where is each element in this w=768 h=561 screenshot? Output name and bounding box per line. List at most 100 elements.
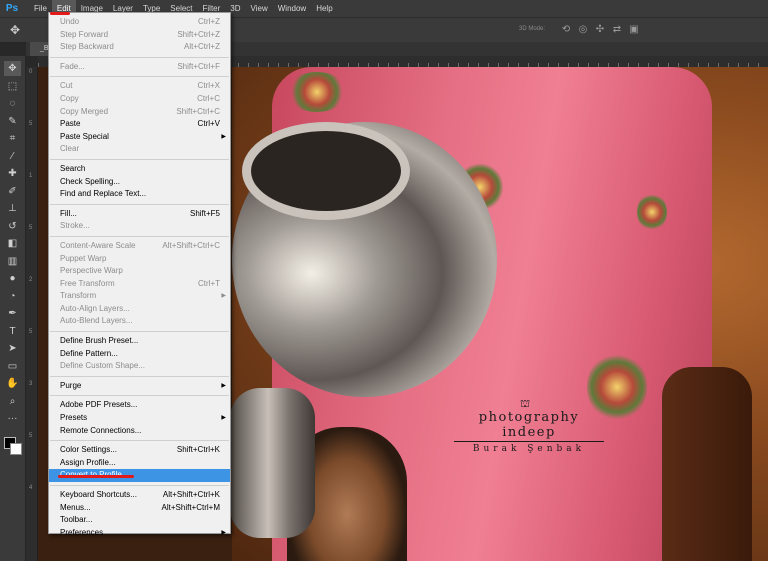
move-icon[interactable]: ✥ bbox=[10, 23, 20, 37]
history-brush-icon[interactable]: ↺ bbox=[4, 219, 21, 234]
gradient-tool-icon[interactable]: ▥ bbox=[4, 254, 21, 269]
menu-item-shortcut: Shift+Ctrl+F bbox=[177, 61, 220, 71]
menu-separator bbox=[50, 235, 229, 237]
menu-item-transform[interactable]: Transform ▶ bbox=[49, 290, 230, 303]
path-select-icon[interactable]: ➤ bbox=[4, 341, 21, 356]
menu-item-keyboard-shortcuts[interactable]: Keyboard Shortcuts... Alt+Shift+Ctrl+K bbox=[49, 489, 230, 502]
submenu-arrow-icon: ▶ bbox=[221, 382, 226, 389]
photo-watermark: ⛫ photography indeep Burak Şenbak bbox=[454, 398, 604, 454]
menu-separator bbox=[50, 158, 229, 160]
menu-item-color-settings[interactable]: Color Settings... Shift+Ctrl+K bbox=[49, 444, 230, 457]
menu-item-auto-blend-layers[interactable]: Auto-Blend Layers... bbox=[49, 315, 230, 328]
lasso-tool-icon[interactable]: ◌ bbox=[4, 96, 21, 111]
orbit-icon[interactable]: ⟲ bbox=[560, 24, 572, 36]
menu-item-shortcut: Alt+Shift+Ctrl+M bbox=[161, 502, 220, 512]
menu-item-copy-merged[interactable]: Copy Merged Shift+Ctrl+C bbox=[49, 106, 230, 119]
ruler-label: 0 bbox=[29, 69, 33, 75]
menu-item-puppet-warp[interactable]: Puppet Warp bbox=[49, 253, 230, 266]
menu-item-free-transform[interactable]: Free Transform Ctrl+T bbox=[49, 278, 230, 291]
menu-item-shortcut: Ctrl+C bbox=[197, 93, 220, 103]
menu-item-label: Perspective Warp bbox=[60, 266, 123, 276]
menu-item-clear[interactable]: Clear bbox=[49, 143, 230, 156]
menu-item-define-pattern[interactable]: Define Pattern... bbox=[49, 348, 230, 361]
pen-tool-icon[interactable]: ✒ bbox=[4, 306, 21, 321]
watermark-logo-icon: ⛫ bbox=[520, 398, 531, 410]
3d-mode-icons: ⟲ ◎ ✣ ⇄ ▣ bbox=[560, 24, 640, 36]
menu-item-fade[interactable]: Fade... Shift+Ctrl+F bbox=[49, 61, 230, 74]
clone-stamp-icon[interactable]: ⊥ bbox=[4, 201, 21, 216]
menu-item-label: Fill... bbox=[60, 208, 77, 218]
pan-icon[interactable]: ✣ bbox=[594, 24, 606, 36]
menu-item-auto-align-layers[interactable]: Auto-Align Layers... bbox=[49, 303, 230, 316]
menu-separator bbox=[50, 440, 229, 442]
ruler-label: 5 bbox=[29, 225, 33, 231]
menu-item-label: Content-Aware Scale bbox=[60, 240, 136, 250]
roll-icon[interactable]: ◎ bbox=[577, 24, 589, 36]
brush-tool-icon[interactable]: ✐ bbox=[4, 184, 21, 199]
menu-item-label: Define Custom Shape... bbox=[60, 361, 145, 371]
menu-item-label: Puppet Warp bbox=[60, 253, 107, 263]
menu-item-label: Define Pattern... bbox=[60, 348, 118, 358]
menu-item-assign-profile[interactable]: Assign Profile... bbox=[49, 457, 230, 470]
menu-item-label: Presets bbox=[60, 413, 88, 423]
menu-item-menus[interactable]: Menus... Alt+Shift+Ctrl+M bbox=[49, 502, 230, 515]
arm bbox=[662, 367, 752, 561]
embroidery-motif bbox=[637, 192, 667, 232]
convert-profile-annotation-underline bbox=[58, 475, 134, 478]
menu-item-define-custom-shape[interactable]: Define Custom Shape... bbox=[49, 360, 230, 373]
menu-window[interactable]: Window bbox=[273, 0, 311, 17]
menu-item-paste[interactable]: Paste Ctrl+V bbox=[49, 118, 230, 131]
menu-item-label: Undo bbox=[60, 17, 80, 26]
blur-tool-icon[interactable]: ● bbox=[4, 271, 21, 286]
menu-separator bbox=[50, 76, 229, 78]
menu-view[interactable]: View bbox=[246, 0, 273, 17]
menu-item-purge[interactable]: Purge ▶ bbox=[49, 380, 230, 393]
crop-tool-icon[interactable]: ⌗ bbox=[4, 131, 21, 146]
menu-item-undo[interactable]: Undo Ctrl+Z bbox=[49, 16, 230, 29]
menu-item-check-spelling[interactable]: Check Spelling... bbox=[49, 176, 230, 189]
menu-item-remote-connections[interactable]: Remote Connections... bbox=[49, 425, 230, 438]
menu-item-paste-special[interactable]: Paste Special ▶ bbox=[49, 131, 230, 144]
hand-tool-icon[interactable]: ✋ bbox=[4, 376, 21, 391]
menu-item-copy[interactable]: Copy Ctrl+C bbox=[49, 93, 230, 106]
eraser-tool-icon[interactable]: ◧ bbox=[4, 236, 21, 251]
menu-item-label: Check Spelling... bbox=[60, 176, 121, 186]
marquee-tool-icon[interactable]: ⬚ bbox=[4, 79, 21, 94]
type-tool-icon[interactable]: T bbox=[4, 324, 21, 339]
menu-item-stroke[interactable]: Stroke... bbox=[49, 220, 230, 233]
menu-separator bbox=[50, 395, 229, 397]
menu-item-label: Preferences bbox=[60, 527, 104, 537]
slide-icon[interactable]: ⇄ bbox=[611, 24, 623, 36]
menu-item-step-forward[interactable]: Step Forward Shift+Ctrl+Z bbox=[49, 29, 230, 42]
menu-item-fill[interactable]: Fill... Shift+F5 bbox=[49, 208, 230, 221]
move-tool-icon[interactable]: ✥ bbox=[4, 61, 21, 76]
dodge-tool-icon[interactable]: ◔ bbox=[4, 289, 21, 304]
menu-item-label: Step Backward bbox=[60, 42, 114, 52]
menu-separator bbox=[50, 56, 229, 58]
menu-item-content-aware-scale[interactable]: Content-Aware Scale Alt+Shift+Ctrl+C bbox=[49, 240, 230, 253]
menu-item-define-brush-preset[interactable]: Define Brush Preset... bbox=[49, 335, 230, 348]
menu-help[interactable]: Help bbox=[311, 0, 337, 17]
more-tools-icon[interactable]: ··· bbox=[4, 411, 21, 426]
menu-item-label: Free Transform bbox=[60, 278, 115, 288]
menu-item-perspective-warp[interactable]: Perspective Warp bbox=[49, 265, 230, 278]
quick-select-tool-icon[interactable]: ✎ bbox=[4, 114, 21, 129]
scale-icon[interactable]: ▣ bbox=[628, 24, 640, 36]
menu-item-presets[interactable]: Presets ▶ bbox=[49, 412, 230, 425]
healing-brush-icon[interactable]: ✚ bbox=[4, 166, 21, 181]
background-color-swatch[interactable] bbox=[10, 443, 22, 455]
rectangle-tool-icon[interactable]: ▭ bbox=[4, 359, 21, 374]
eyedropper-tool-icon[interactable]: ⁄ bbox=[4, 149, 21, 164]
menu-item-search[interactable]: Search bbox=[49, 163, 230, 176]
ruler-label: 5 bbox=[29, 329, 33, 335]
menu-item-toolbar[interactable]: Toolbar... bbox=[49, 514, 230, 527]
menu-item-step-backward[interactable]: Step Backward Alt+Ctrl+Z bbox=[49, 41, 230, 54]
menu-item-shortcut: Alt+Shift+Ctrl+C bbox=[162, 240, 220, 250]
menu-item-find-and-replace-text[interactable]: Find and Replace Text... bbox=[49, 188, 230, 201]
menu-item-adobe-pdf-presets[interactable]: Adobe PDF Presets... bbox=[49, 399, 230, 412]
menu-item-preferences[interactable]: Preferences ▶ bbox=[49, 527, 230, 540]
submenu-arrow-icon: ▶ bbox=[221, 133, 226, 140]
menu-item-cut[interactable]: Cut Ctrl+X bbox=[49, 80, 230, 93]
menu-item-label: Paste Special bbox=[60, 131, 109, 141]
zoom-tool-icon[interactable]: ⌕ bbox=[4, 394, 21, 409]
